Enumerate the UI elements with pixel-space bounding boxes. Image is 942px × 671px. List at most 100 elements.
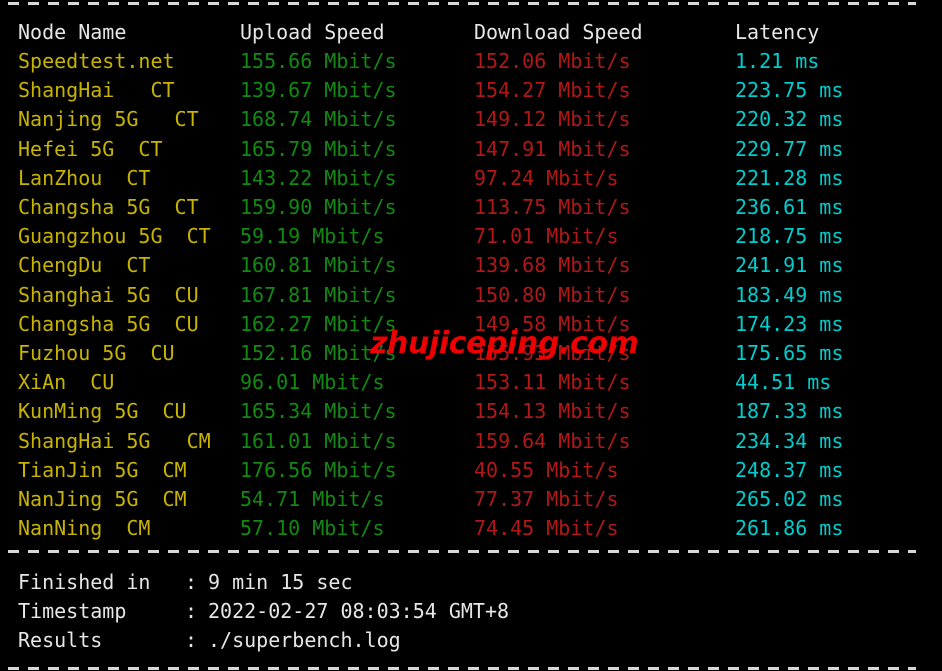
cell-upload-speed: 162.27 Mbit/s (240, 311, 397, 336)
cell-download-speed: 40.55 Mbit/s (474, 457, 619, 482)
cell-latency: 183.49 ms (735, 282, 844, 307)
summary-colon: : (185, 599, 198, 624)
summary-value: 9 min 15 sec (208, 570, 353, 594)
cell-latency: 44.51 ms (735, 370, 832, 395)
cell-node-name: Speedtest.net (18, 49, 175, 73)
table-row: LanZhou CT 143.22 Mbit/s 97.24 Mbit/s 221.2… (0, 164, 942, 193)
cell-latency: 218.75 ms (735, 224, 844, 249)
cell-latency: 1.21 ms (735, 49, 820, 73)
summary-label: Results (18, 628, 103, 653)
table-row: Hefei 5G CT 165.79 Mbit/s 147.91 Mbit/s 229… (0, 135, 942, 164)
cell-download-speed: 154.13 Mbit/s (474, 399, 631, 424)
cell-download-speed: 74.45 Mbit/s (474, 516, 619, 541)
table-row: Changsha 5G CU 162.27 Mbit/s 149.58 Mbit/s… (0, 310, 942, 339)
cell-upload-speed: 165.34 Mbit/s (240, 399, 397, 424)
cell-download-speed: 147.91 Mbit/s (474, 136, 631, 161)
cell-node-name: Nanjing 5G CT (18, 107, 199, 132)
cell-download-speed: 154.27 Mbit/s (474, 78, 631, 103)
cell-download-speed: 149.58 Mbit/s (474, 311, 631, 336)
table-row: Guangzhou 5G CT 59.19 Mbit/s 71.01 Mbit/s 2… (0, 222, 942, 251)
table-row: Nanjing 5G CT 168.74 Mbit/s 149.12 Mbit/s 2… (0, 105, 942, 134)
cell-upload-speed: 59.19 Mbit/s (240, 224, 385, 249)
cell-upload-speed: 167.81 Mbit/s (240, 282, 397, 307)
summary-value: ./superbench.log (208, 628, 401, 653)
cell-download-speed: 71.01 Mbit/s (474, 224, 619, 249)
cell-node-name: NanNing CM (18, 516, 151, 541)
cell-latency: 265.02 ms (735, 487, 844, 511)
summary-row: Finished in:9 min 15 sec (0, 568, 942, 597)
cell-upload-speed: 168.74 Mbit/s (240, 107, 397, 132)
cell-latency: 236.61 ms (735, 195, 844, 219)
table-row: TianJin 5G CM 176.56 Mbit/s 40.55 Mbit/s 24… (0, 456, 942, 485)
cell-node-name: NanJing 5G CM (18, 487, 187, 511)
cell-download-speed: 159.64 Mbit/s (474, 428, 631, 453)
separator-rule-bottom (8, 667, 916, 670)
cell-latency: 223.75 ms (735, 78, 844, 103)
table-header-row: Node Name Upload Speed Download Speed La… (0, 18, 942, 47)
cell-node-name: TianJin 5G CM (18, 457, 187, 482)
table-row: ShangHai CT 139.67 Mbit/s 154.27 Mbit/s 223… (0, 76, 942, 105)
separator-rule-top (8, 2, 916, 5)
table-row: KunMing 5G CU 165.34 Mbit/s 154.13 Mbit/s 1… (0, 397, 942, 426)
cell-download-speed: 113.75 Mbit/s (474, 195, 631, 219)
cell-download-speed: 97.24 Mbit/s (474, 165, 619, 190)
cell-upload-speed: 165.79 Mbit/s (240, 136, 397, 161)
summary-colon: : (185, 570, 198, 594)
cell-download-speed: 149.12 Mbit/s (474, 107, 631, 132)
cell-node-name: Changsha 5G CU (18, 311, 199, 336)
cell-upload-speed: 143.22 Mbit/s (240, 165, 397, 190)
terminal-output: Node Name Upload Speed Download Speed La… (0, 0, 942, 671)
cell-node-name: Shanghai 5G CU (18, 282, 199, 307)
cell-node-name: XiAn CU (18, 370, 115, 395)
cell-node-name: LanZhou CT (18, 165, 151, 190)
cell-download-speed: 153.11 Mbit/s (474, 370, 631, 395)
cell-upload-speed: 152.16 Mbit/s (240, 341, 397, 365)
column-header-latency: Latency (735, 20, 820, 44)
cell-latency: 229.77 ms (735, 136, 844, 161)
cell-node-name: KunMing 5G CU (18, 399, 187, 424)
cell-node-name: ShangHai CT (18, 78, 175, 103)
cell-node-name: ChengDu CT (18, 253, 151, 278)
cell-node-name: Fuzhou 5G CU (18, 341, 175, 365)
cell-node-name: Changsha 5G CT (18, 195, 199, 219)
cell-node-name: ShangHai 5G CM (18, 428, 211, 453)
cell-latency: 221.28 ms (735, 165, 844, 190)
cell-download-speed: 150.80 Mbit/s (474, 282, 631, 307)
summary-value: 2022-02-27 08:03:54 GMT+8 (208, 599, 510, 624)
cell-download-speed: 152.06 Mbit/s (474, 49, 631, 73)
summary-row: Results: ./superbench.log (0, 626, 942, 655)
summary-label: Timestamp (18, 599, 127, 624)
cell-node-name: Hefei 5G CT (18, 136, 163, 161)
column-header-download-speed: Download Speed (474, 20, 643, 44)
table-row: ShangHai 5G CM 161.01 Mbit/s 159.64 Mbit/s… (0, 427, 942, 456)
table-row: Shanghai 5G CU 167.81 Mbit/s 150.80 Mbit/s… (0, 281, 942, 310)
cell-download-speed: 155.93 Mbit/s (474, 341, 631, 365)
cell-upload-speed: 139.67 Mbit/s (240, 78, 397, 103)
column-header-node-name: Node Name (18, 20, 127, 44)
cell-latency: 174.23 ms (735, 311, 844, 336)
cell-node-name: Guangzhou 5G CT (18, 224, 211, 249)
separator-rule-middle (8, 550, 916, 553)
cell-upload-speed: 161.01 Mbit/s (240, 428, 397, 453)
cell-latency: 261.86 ms (735, 516, 844, 541)
cell-latency: 234.34 ms (735, 428, 844, 453)
table-row: Fuzhou 5G CU 152.16 Mbit/s 155.93 Mbit/s 17… (0, 339, 942, 368)
table-row: XiAn CU 96.01 Mbit/s 153.11 Mbit/s 44.51 ms (0, 368, 942, 397)
cell-latency: 241.91 ms (735, 253, 844, 278)
cell-upload-speed: 54.71 Mbit/s (240, 487, 385, 511)
cell-upload-speed: 155.66 Mbit/s (240, 49, 397, 73)
summary-label: Finished in (18, 570, 151, 594)
cell-latency: 220.32 ms (735, 107, 844, 132)
cell-upload-speed: 176.56 Mbit/s (240, 457, 397, 482)
column-header-upload-speed: Upload Speed (240, 20, 385, 44)
table-row: Changsha 5G CT 159.90 Mbit/s 113.75 Mbit/s… (0, 193, 942, 222)
cell-upload-speed: 159.90 Mbit/s (240, 195, 397, 219)
cell-download-speed: 77.37 Mbit/s (474, 487, 619, 511)
table-row: NanJing 5G CM 54.71 Mbit/s 77.37 Mbit/s 265… (0, 485, 942, 514)
cell-upload-speed: 96.01 Mbit/s (240, 370, 385, 395)
summary-row: Timestamp:2022-02-27 08:03:54 GMT+8 (0, 597, 942, 626)
cell-download-speed: 139.68 Mbit/s (474, 253, 631, 278)
table-row: Speedtest.net 155.66 Mbit/s 152.06 Mbit/s 1… (0, 47, 942, 76)
cell-upload-speed: 160.81 Mbit/s (240, 253, 397, 278)
cell-latency: 248.37 ms (735, 457, 844, 482)
